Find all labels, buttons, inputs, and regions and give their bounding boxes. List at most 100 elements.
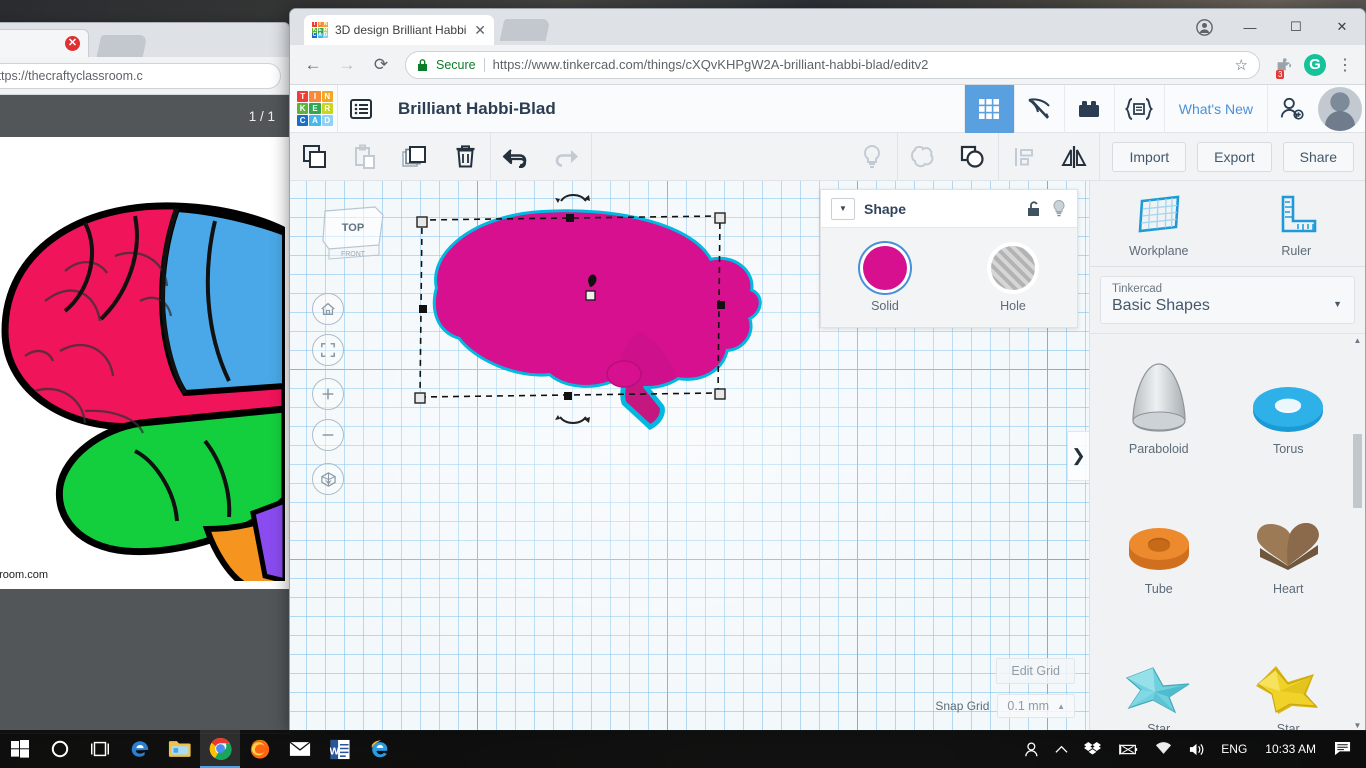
snap-grid-label: Snap Grid: [935, 699, 990, 713]
url-bar[interactable]: Secure https://www.tinkercad.com/things/…: [405, 50, 1260, 79]
grid-icon[interactable]: [963, 84, 1014, 133]
redo-button[interactable]: [541, 133, 591, 181]
ruler-tool[interactable]: Ruler: [1228, 193, 1366, 258]
snap-grid-value[interactable]: 0.1 mm ▲: [997, 694, 1075, 718]
undo-button[interactable]: [491, 133, 541, 181]
duplicate-button[interactable]: [390, 133, 440, 181]
volume-icon[interactable]: [1180, 730, 1213, 768]
chevron-down-icon[interactable]: ▼: [1333, 299, 1342, 309]
zoom-out-icon[interactable]: [312, 419, 344, 451]
list-menu-icon[interactable]: [338, 97, 384, 121]
new-tab-button[interactable]: [499, 19, 551, 41]
perspective-toggle-icon[interactable]: [312, 463, 344, 495]
shape-item-tube[interactable]: Tube: [1094, 478, 1224, 618]
forward-arrow-icon[interactable]: →: [333, 51, 361, 79]
share-button[interactable]: Share: [1282, 141, 1354, 172]
chrome-window[interactable]: TIN KER CAD 3D design Brilliant Habbi- ✕…: [289, 8, 1366, 731]
shapes-grid: Paraboloid Torus Tube Heart Star Star: [1090, 334, 1365, 730]
shape-option-hole[interactable]: Hole: [949, 246, 1077, 313]
shapes-grid-wrap[interactable]: Paraboloid Torus Tube Heart Star Star ▲ …: [1090, 333, 1365, 730]
background-url-bar[interactable]: Secure https://thecraftyclassroom.c: [0, 62, 281, 89]
start-button[interactable]: [0, 730, 40, 768]
reload-icon[interactable]: ⟳: [367, 51, 395, 79]
clock[interactable]: 10:33 AM: [1255, 742, 1326, 756]
chevron-down-icon[interactable]: ▼: [831, 197, 855, 220]
wifi-icon[interactable]: [1147, 730, 1180, 768]
profile-icon[interactable]: [1181, 11, 1227, 43]
background-browser-window[interactable]: nPuzzle.pdf ✕ ⟳ Secure https://thecrafty…: [0, 22, 290, 734]
shape-item-heart[interactable]: Heart: [1224, 478, 1354, 618]
back-arrow-icon[interactable]: ←: [299, 51, 327, 79]
chevron-right-icon[interactable]: ❯: [1067, 431, 1089, 481]
unlock-icon[interactable]: [1026, 200, 1042, 218]
selection-bounding-box[interactable]: [398, 181, 798, 471]
scrollbar-thumb[interactable]: [1353, 434, 1362, 508]
close-icon[interactable]: ✕: [474, 22, 486, 39]
task-view[interactable]: [80, 730, 120, 768]
background-new-tab-button[interactable]: [96, 35, 148, 57]
language-indicator[interactable]: ENG: [1213, 730, 1255, 768]
tinkercad-logo[interactable]: T I N K E R C A D: [293, 87, 337, 131]
lightbulb-icon[interactable]: [1051, 199, 1067, 218]
sidebar-scrollbar[interactable]: ▲ ▼: [1352, 334, 1363, 730]
pickaxe-icon[interactable]: [1013, 84, 1064, 133]
maximize-icon[interactable]: ☐: [1273, 11, 1319, 43]
triangle-up-icon[interactable]: ▲: [1352, 336, 1363, 345]
align-button[interactable]: [999, 133, 1049, 181]
shape-item-star-yellow[interactable]: Star: [1224, 618, 1354, 730]
background-tab[interactable]: nPuzzle.pdf ✕: [0, 29, 89, 57]
edit-grid-button[interactable]: Edit Grid: [996, 658, 1075, 684]
shape-item-star-teal[interactable]: Star: [1094, 618, 1224, 730]
whats-new-link[interactable]: What's New: [1163, 84, 1267, 133]
chrome-app[interactable]: [200, 730, 240, 768]
codeblocks-icon[interactable]: [1113, 84, 1164, 133]
shape-option-solid[interactable]: Solid: [821, 246, 949, 313]
close-window-icon[interactable]: ✕: [1319, 11, 1365, 43]
copy-button[interactable]: [290, 133, 340, 181]
minimize-icon[interactable]: —: [1227, 11, 1273, 43]
extension-icon[interactable]: 3: [1270, 52, 1296, 79]
library-selector[interactable]: Tinkercad Basic Shapes ▼: [1100, 276, 1355, 324]
dropbox-icon[interactable]: [1076, 730, 1109, 768]
mirror-button[interactable]: [1049, 133, 1099, 181]
shape-item-paraboloid[interactable]: Paraboloid: [1094, 338, 1224, 478]
browser-tab-tinkercad[interactable]: TIN KER CAD 3D design Brilliant Habbi- ✕: [304, 15, 494, 45]
hint-button[interactable]: [847, 133, 897, 181]
shape-panel[interactable]: ▼ Shape Solid Hole: [820, 189, 1078, 328]
people-icon[interactable]: [1014, 730, 1047, 768]
kebab-menu-icon[interactable]: ⋮: [1334, 55, 1356, 75]
view-cube[interactable]: TOP FRONT: [317, 201, 387, 263]
mail-app[interactable]: [280, 730, 320, 768]
paste-button[interactable]: [340, 133, 390, 181]
grammarly-icon[interactable]: G: [1302, 52, 1328, 78]
close-error-icon[interactable]: ✕: [65, 36, 80, 51]
battery-icon[interactable]: [1109, 730, 1147, 768]
import-button[interactable]: Import: [1112, 141, 1187, 172]
edge-app[interactable]: [120, 730, 160, 768]
file-explorer-app[interactable]: [160, 730, 200, 768]
design-canvas[interactable]: TOP FRONT ▼ Shape Solid Hole Edit Grid S…: [290, 181, 1089, 730]
ungroup-button[interactable]: [898, 133, 948, 181]
user-avatar[interactable]: [1318, 86, 1362, 131]
zoom-in-icon[interactable]: [312, 378, 344, 410]
home-view-icon[interactable]: [312, 293, 344, 325]
firefox-app[interactable]: [240, 730, 280, 768]
fit-to-view-icon[interactable]: [312, 334, 344, 366]
star-icon[interactable]: ☆: [1235, 56, 1248, 74]
internet-explorer-app[interactable]: [360, 730, 400, 768]
shape-item-torus[interactable]: Torus: [1224, 338, 1354, 478]
group-button[interactable]: [948, 133, 998, 181]
solid-color-swatch[interactable]: [863, 246, 907, 290]
delete-button[interactable]: [440, 133, 490, 181]
triangle-down-icon[interactable]: ▼: [1352, 721, 1363, 730]
export-button[interactable]: Export: [1197, 141, 1272, 172]
workplane-tool[interactable]: Workplane: [1090, 193, 1228, 258]
cortana-search[interactable]: [40, 730, 80, 768]
hole-swatch[interactable]: [991, 246, 1035, 290]
bricks-icon[interactable]: [1063, 84, 1114, 133]
library-selector-wrap: Tinkercad Basic Shapes ▼: [1090, 267, 1365, 333]
add-user-icon[interactable]: [1267, 84, 1315, 133]
action-center-icon[interactable]: [1326, 730, 1360, 768]
word-app[interactable]: W: [320, 730, 360, 768]
chevron-up-icon[interactable]: [1047, 730, 1076, 768]
